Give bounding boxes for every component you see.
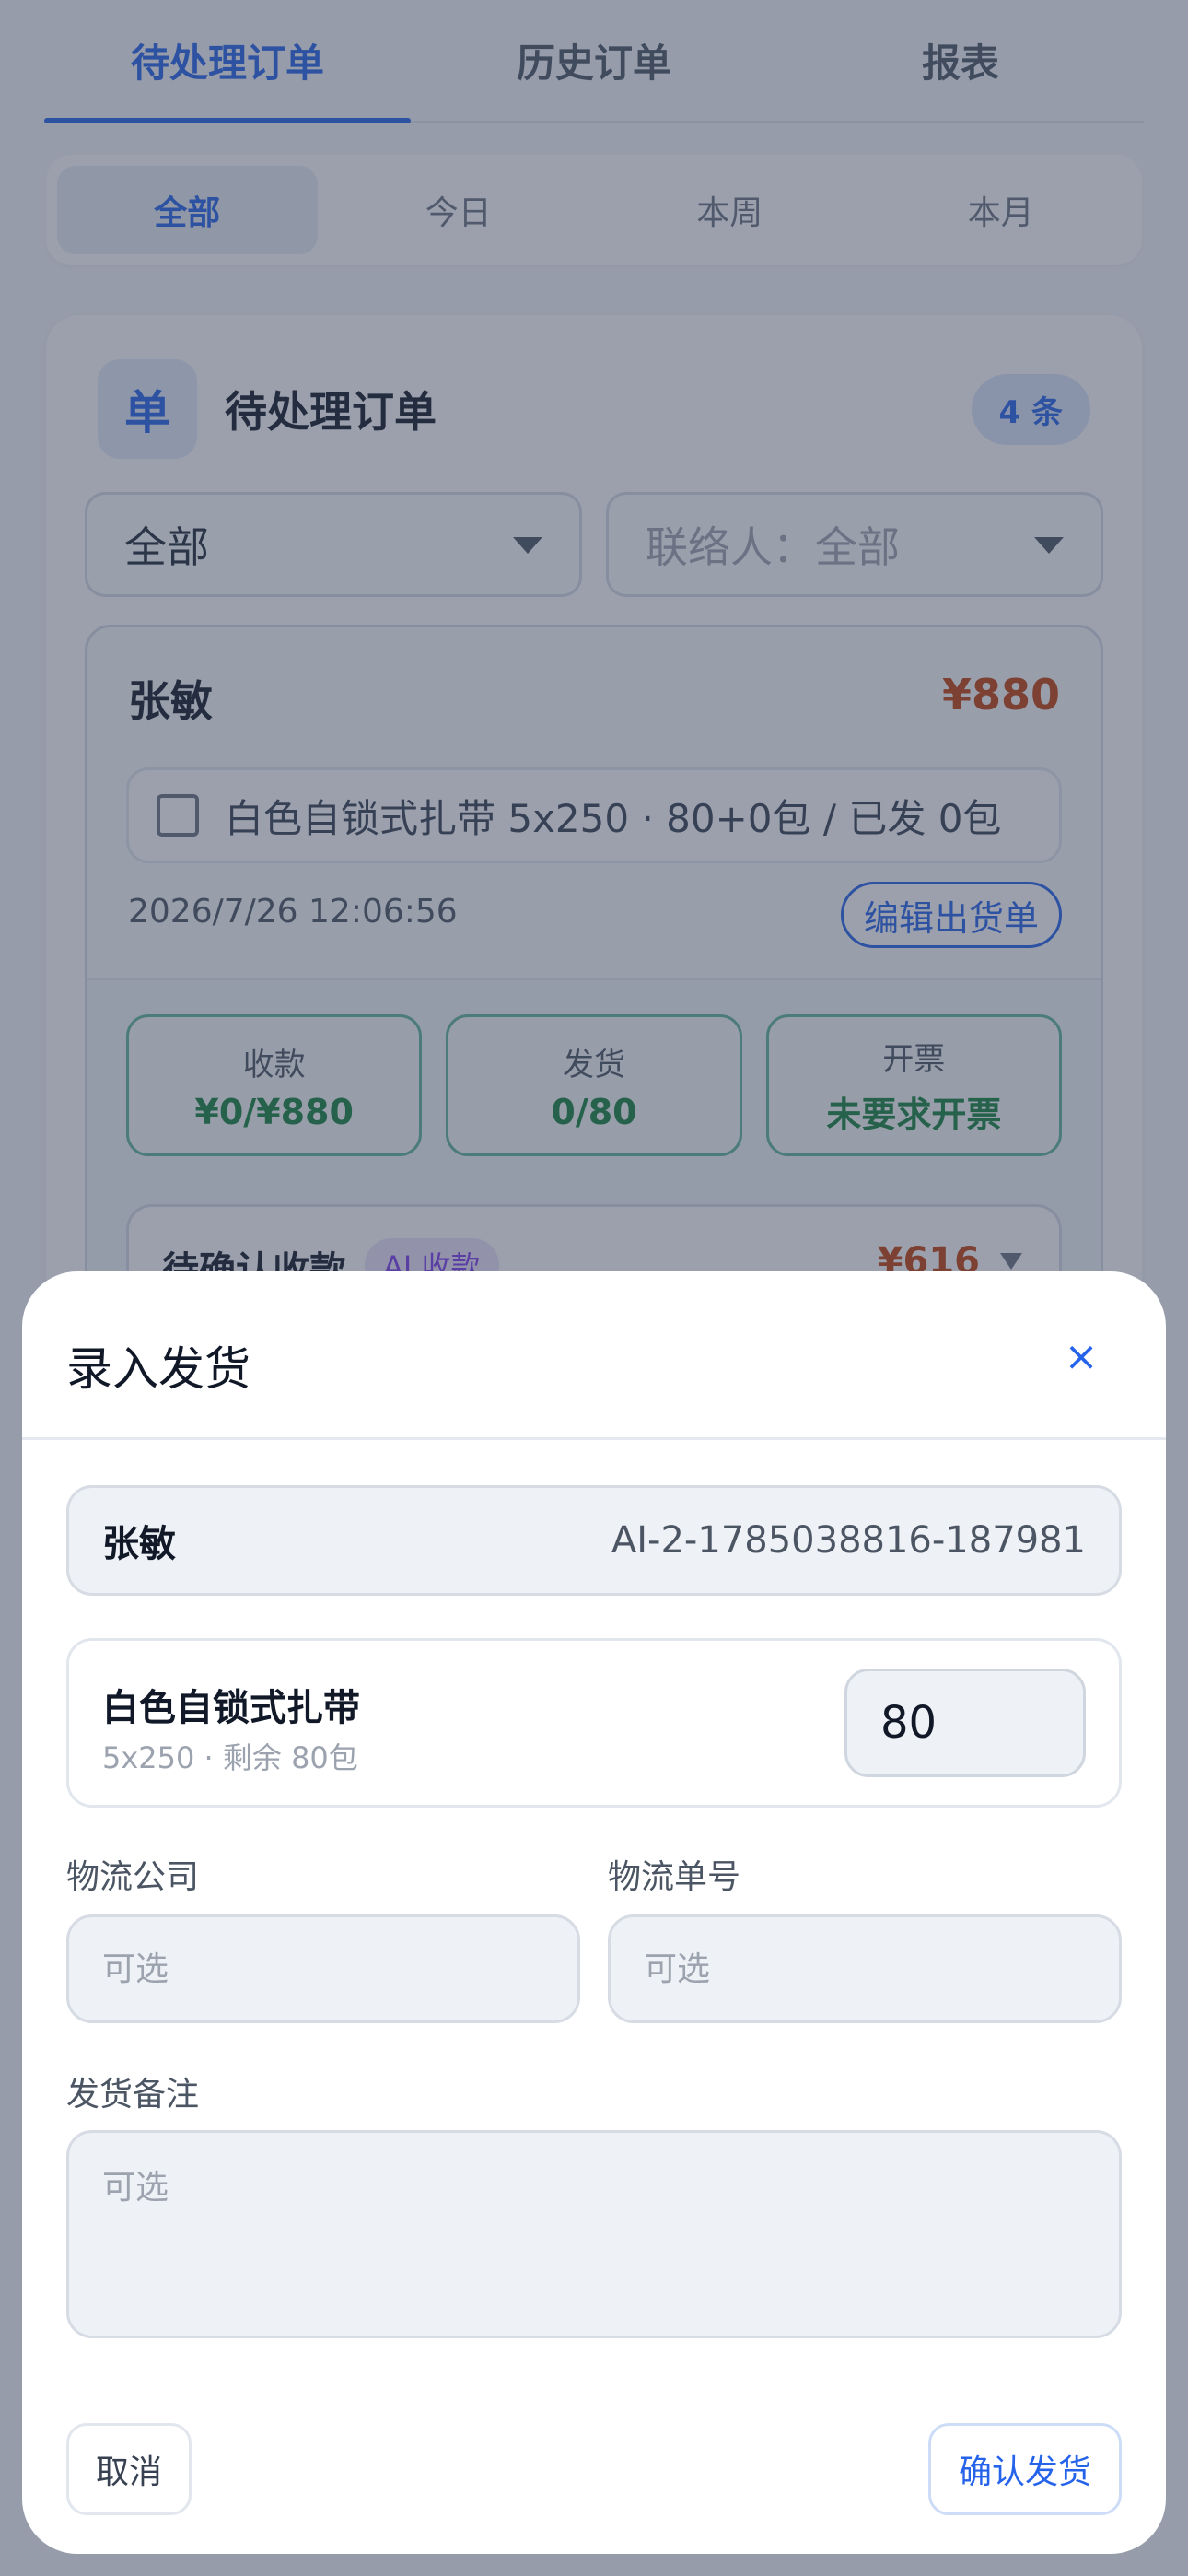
- shipping-note-input[interactable]: [66, 2130, 1122, 2338]
- tracking-number-input[interactable]: [608, 1914, 1122, 2023]
- confirm-shipment-button[interactable]: 确认发货: [928, 2423, 1122, 2515]
- close-icon[interactable]: ×: [1054, 1329, 1109, 1384]
- customer-name: 张敏: [102, 1523, 176, 1565]
- record-shipment-sheet: 录入发货 × 张敏 AI-2-1785038816-187981 白色自锁式扎带…: [22, 1271, 1166, 2554]
- shipping-note-label: 发货备注: [66, 2076, 200, 2113]
- customer-summary: 张敏 AI-2-1785038816-187981: [66, 1485, 1122, 1596]
- logistics-company-input[interactable]: [66, 1914, 580, 2023]
- sheet-title: 录入发货: [66, 1342, 250, 1396]
- tracking-number-label: 物流单号: [608, 1858, 741, 1896]
- logistics-company-label: 物流公司: [66, 1858, 200, 1896]
- cancel-button[interactable]: 取消: [66, 2423, 192, 2515]
- product-name: 白色自锁式扎带: [102, 1687, 360, 1729]
- product-remaining: 5x250 · 剩余 80包: [102, 1740, 358, 1775]
- order-id: AI-2-1785038816-187981: [611, 1519, 1086, 1562]
- quantity-input[interactable]: [844, 1669, 1086, 1777]
- product-row: 白色自锁式扎带 5x250 · 剩余 80包: [66, 1638, 1122, 1808]
- divider: [22, 1437, 1166, 1440]
